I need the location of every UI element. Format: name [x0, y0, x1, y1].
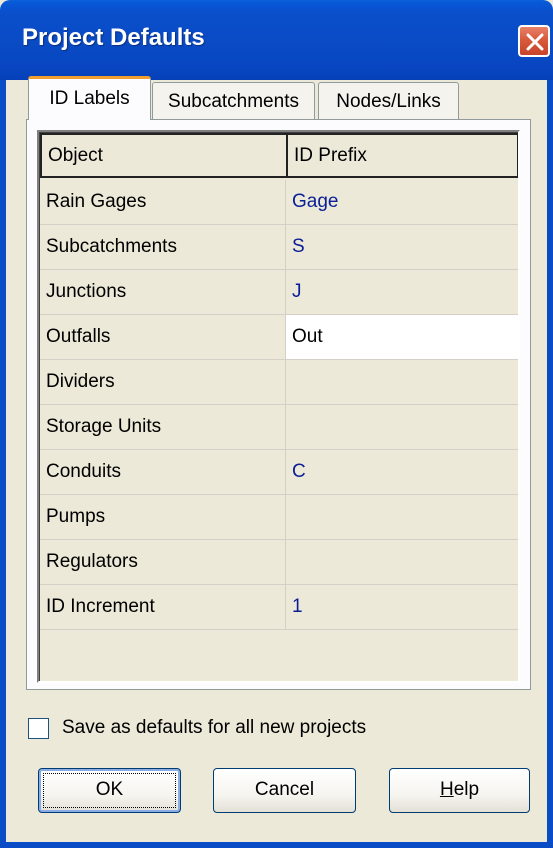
grid-body: Object ID Prefix Rain Gages Gage Subcatchm… — [39, 132, 518, 681]
cancel-label: Cancel — [254, 779, 315, 800]
header-object: Object — [42, 135, 288, 176]
focus-rect — [43, 773, 176, 808]
grid-row: Junctions J — [40, 270, 518, 315]
window-frame-right — [547, 80, 553, 848]
id-prefix-cell[interactable]: 1 — [286, 585, 518, 629]
title-bar[interactable]: Project Defaults — [0, 0, 553, 80]
object-cell: Conduits — [40, 450, 286, 494]
tab-nodes-links[interactable]: Nodes/Links — [318, 82, 459, 120]
window-title: Project Defaults — [22, 24, 205, 51]
object-cell: ID Increment — [40, 585, 286, 629]
object-cell: Outfalls — [40, 315, 286, 359]
tab-subcatchments[interactable]: Subcatchments — [152, 82, 315, 120]
id-prefix-cell[interactable]: C — [286, 450, 518, 494]
id-prefix-cell[interactable]: J — [286, 270, 518, 314]
grid-row: ID Increment 1 — [40, 585, 518, 630]
object-cell: Pumps — [40, 495, 286, 539]
close-icon — [526, 33, 544, 51]
grid-row: Outfalls Out — [40, 315, 518, 360]
id-labels-panel: Object ID Prefix Rain Gages Gage Subcatchm… — [26, 119, 531, 690]
grid-header-row: Object ID Prefix — [40, 133, 518, 178]
object-cell: Regulators — [40, 540, 286, 584]
window-frame-left — [0, 80, 6, 848]
id-prefix-cell[interactable]: Gage — [286, 180, 518, 224]
id-prefix-cell[interactable]: S — [286, 225, 518, 269]
cancel-button[interactable]: Cancel — [213, 768, 356, 813]
help-button[interactable]: Help — [389, 768, 530, 813]
object-cell: Junctions — [40, 270, 286, 314]
grid-row: Subcatchments S — [40, 225, 518, 270]
object-cell: Dividers — [40, 360, 286, 404]
id-prefix-cell[interactable] — [286, 540, 518, 584]
save-defaults-label: Save as defaults for all new projects — [62, 717, 367, 738]
grid-row: Storage Units — [40, 405, 518, 450]
grid-row: Regulators — [40, 540, 518, 585]
object-cell: Rain Gages — [40, 180, 286, 224]
help-label: elp — [453, 779, 480, 800]
grid-row: Pumps — [40, 495, 518, 540]
close-button[interactable] — [518, 25, 550, 57]
project-defaults-dialog: Project Defaults ID Labels Subcatchments… — [0, 0, 553, 848]
id-prefix-cell[interactable] — [286, 495, 518, 539]
object-cell: Storage Units — [40, 405, 286, 449]
grid-row: Dividers — [40, 360, 518, 405]
id-prefix-grid[interactable]: Object ID Prefix Rain Gages Gage Subcatchm… — [37, 130, 520, 683]
tab-id-labels[interactable]: ID Labels — [28, 76, 151, 120]
save-defaults-checkbox[interactable] — [28, 718, 49, 739]
header-id-prefix: ID Prefix — [294, 145, 367, 166]
id-prefix-cell[interactable] — [286, 405, 518, 449]
id-prefix-cell[interactable] — [286, 360, 518, 404]
object-cell: Subcatchments — [40, 225, 286, 269]
ok-button[interactable]: OK — [38, 768, 181, 813]
help-mnemonic: H — [439, 779, 454, 800]
window-frame-bottom — [0, 842, 553, 848]
grid-row: Rain Gages Gage — [40, 180, 518, 225]
id-prefix-cell[interactable]: Out — [286, 315, 518, 359]
grid-row: Conduits C — [40, 450, 518, 495]
